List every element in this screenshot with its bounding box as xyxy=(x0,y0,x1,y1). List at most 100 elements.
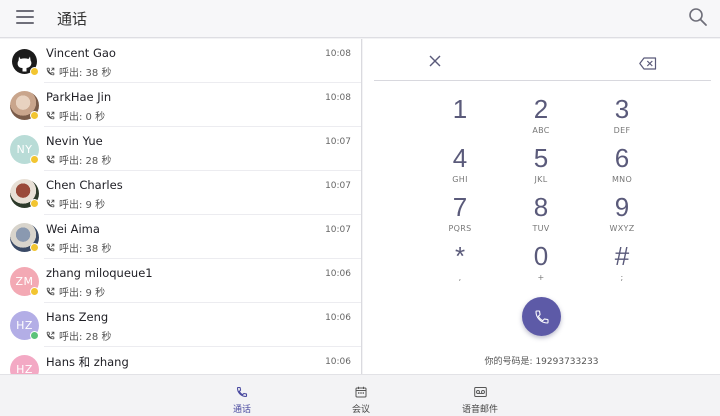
dialpad-key-digit: 7 xyxy=(452,192,468,222)
presence-status-badge xyxy=(30,199,39,208)
dialpad-key[interactable]: 4 GHI xyxy=(430,143,490,189)
presence-status-badge xyxy=(30,243,39,252)
dialpad-key-letters: JKL xyxy=(534,175,548,184)
nav-tab-label: 通话 xyxy=(232,405,251,415)
outgoing-call-icon xyxy=(46,199,55,208)
call-detail: 呼出: 28 秒 xyxy=(46,152,111,167)
dialpad-key-digit: 1 xyxy=(452,94,468,124)
presence-status-badge xyxy=(30,111,39,120)
backspace-icon[interactable] xyxy=(639,55,657,70)
call-history-list: Vincent Gao 呼出: 38 秒 10:08 ParkHae Jin 呼出: 0… xyxy=(0,39,362,374)
dialpad-key-letters: ; xyxy=(620,273,624,282)
dialpad-key-letters: , xyxy=(458,273,462,282)
dialpad-key[interactable]: #; xyxy=(592,241,652,287)
call-detail: 呼出: 9 秒 xyxy=(46,284,105,299)
my-number-label: 你的号码是: 19293733233 xyxy=(484,357,599,367)
page-title: 通话 xyxy=(57,10,88,28)
call-time: 10:07 xyxy=(325,225,351,235)
call-history-row[interactable]: Wei Aima 呼出: 38 秒 10:07 xyxy=(0,215,361,259)
presence-status-badge xyxy=(30,287,39,296)
contact-name: ParkHae Jin xyxy=(46,90,112,104)
dialpad-key[interactable]: 6 MNO xyxy=(592,143,652,189)
dialpad-key-digit: 5 xyxy=(533,143,549,173)
dialpad-key-letters: PQRS xyxy=(448,224,472,233)
call-detail: 呼出: 38 秒 xyxy=(46,64,111,79)
call-history-row[interactable]: HZHans 和 zhang呼出: 12 秒10:06 xyxy=(0,347,361,374)
dialpad-key-digit: 6 xyxy=(614,143,630,173)
call-detail: 呼出: 9 秒 xyxy=(46,196,105,211)
outgoing-call-icon xyxy=(46,111,55,120)
call-history-row[interactable]: Vincent Gao 呼出: 38 秒 10:08 xyxy=(0,39,361,83)
dialpad-key[interactable]: 5 JKL xyxy=(511,143,571,189)
call-duration-text: 呼出: 0 秒 xyxy=(59,112,106,123)
dialpad-key[interactable]: 2 ABC xyxy=(511,94,571,140)
call-time: 10:06 xyxy=(325,357,351,367)
call-duration-text: 呼出: 9 秒 xyxy=(59,288,106,299)
call-detail: 呼出: 38 秒 xyxy=(46,240,111,255)
call-duration-text: 呼出: 38 秒 xyxy=(59,68,112,79)
outgoing-call-icon xyxy=(46,331,55,340)
dialpad-key-letters: + xyxy=(537,273,545,282)
call-time: 10:08 xyxy=(325,93,351,103)
dialpad-key[interactable]: 3 DEF xyxy=(592,94,652,140)
outgoing-call-icon xyxy=(46,287,55,296)
contact-name: Chen Charles xyxy=(46,178,123,192)
call-time: 10:06 xyxy=(325,313,351,323)
dialpad-key-digit: 4 xyxy=(452,143,468,173)
dialpad-key[interactable]: *, xyxy=(430,241,490,287)
dialpad-key[interactable]: 1 xyxy=(430,94,490,140)
search-icon[interactable] xyxy=(688,7,708,27)
dialpad-key-letters: DEF xyxy=(613,126,631,135)
contact-name: Vincent Gao xyxy=(46,46,116,60)
call-detail: 呼出: 28 秒 xyxy=(46,328,111,343)
dialpad-key-digit: # xyxy=(614,241,630,271)
call-detail: 呼出: 0 秒 xyxy=(46,108,105,123)
clear-icon[interactable] xyxy=(429,52,441,67)
presence-status-badge xyxy=(30,331,39,340)
contact-avatar: HZ xyxy=(10,355,39,374)
call-time: 10:07 xyxy=(325,181,351,191)
outgoing-call-icon xyxy=(46,243,55,252)
calendar-icon xyxy=(355,386,367,398)
dialpad-key-letters: WXYZ xyxy=(609,224,635,233)
call-history-row[interactable]: HZ Hans Zeng 呼出: 28 秒 10:06 xyxy=(0,303,361,347)
phone-icon xyxy=(534,309,549,324)
call-history-row[interactable]: ParkHae Jin 呼出: 0 秒 10:08 xyxy=(0,83,361,127)
dialer-panel: 你的号码是: 19293733233 1 2 ABC 3 DEF 4 GHI 5 JKL 6 MNO… xyxy=(363,39,720,374)
nav-tab-voicemail[interactable]: 语音邮件 xyxy=(445,375,515,416)
dial-call-button[interactable] xyxy=(522,297,561,336)
dialpad-key[interactable]: 0 + xyxy=(511,241,571,287)
dialpad-key-digit: 9 xyxy=(614,192,630,222)
dialpad-key-digit: 3 xyxy=(614,94,630,124)
call-duration-text: 呼出: 28 秒 xyxy=(59,156,112,167)
outgoing-call-icon xyxy=(46,155,55,164)
contact-name: Wei Aima xyxy=(46,222,100,236)
contact-name: Hans 和 zhang xyxy=(46,355,129,369)
dialpad-key[interactable]: 8 TUV xyxy=(511,192,571,238)
dialpad-key[interactable]: 7 PQRS xyxy=(430,192,490,238)
call-time: 10:08 xyxy=(325,49,351,59)
call-duration-text: 呼出: 9 秒 xyxy=(59,200,106,211)
top-bar: 通话 xyxy=(0,0,720,38)
nav-tab-label: 语音邮件 xyxy=(461,405,498,415)
nav-tab-calendar[interactable]: 会议 xyxy=(326,375,396,416)
dialpad-key-digit: 8 xyxy=(533,192,549,222)
dialpad-key-letters: GHI xyxy=(452,175,468,184)
contact-name: zhang miloqueue1 xyxy=(46,266,153,280)
bottom-navigation: 通话 会议 语音邮件 xyxy=(0,374,720,416)
call-history-row[interactable]: Chen Charles 呼出: 9 秒 10:07 xyxy=(0,171,361,215)
outgoing-call-icon xyxy=(46,67,55,76)
presence-status-badge xyxy=(30,67,39,76)
hamburger-menu-icon[interactable] xyxy=(16,9,34,25)
dialpad-key-letters: ABC xyxy=(532,126,550,135)
nav-tab-phone[interactable]: 通话 xyxy=(207,375,277,416)
call-time: 10:06 xyxy=(325,269,351,279)
dialpad-key-letters: MNO xyxy=(611,175,633,184)
contact-name: Nevin Yue xyxy=(46,134,103,148)
nav-tab-label: 会议 xyxy=(351,405,370,415)
call-history-row[interactable]: NY Nevin Yue 呼出: 28 秒 10:07 xyxy=(0,127,361,171)
call-history-row[interactable]: ZM zhang miloqueue1 呼出: 9 秒 10:06 xyxy=(0,259,361,303)
dialpad-key-digit: 2 xyxy=(533,94,549,124)
call-duration-text: 呼出: 38 秒 xyxy=(59,244,112,255)
dialpad-key[interactable]: 9 WXYZ xyxy=(592,192,652,238)
